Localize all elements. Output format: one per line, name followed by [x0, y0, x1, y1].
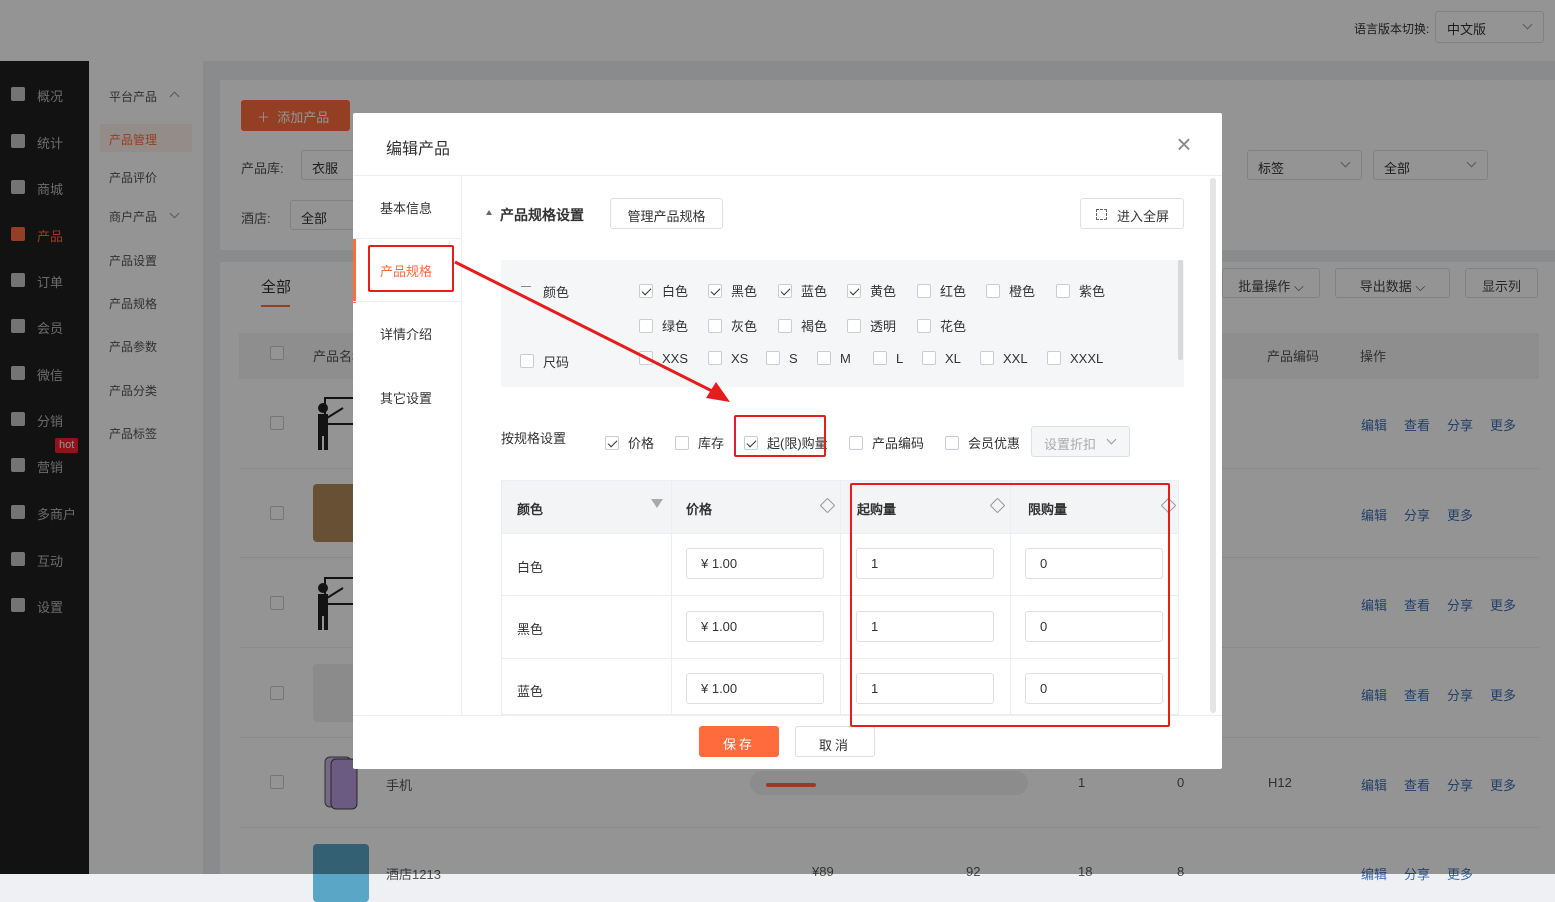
annotation-arrow [454, 260, 730, 402]
